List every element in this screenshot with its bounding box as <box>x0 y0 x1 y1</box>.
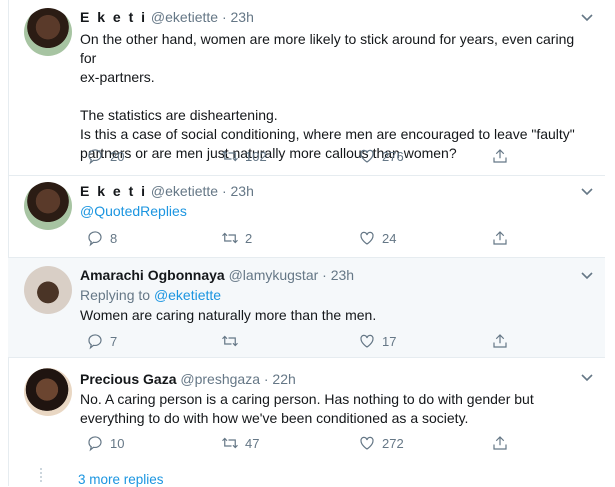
timestamp[interactable]: · 22h <box>264 371 296 387</box>
tweet-text: Women are caring naturally more than the… <box>80 307 377 323</box>
reply-icon <box>88 334 102 350</box>
tweet-text-line: The statistics are disheartening. <box>80 107 278 123</box>
tweet[interactable]: Precious Gaza @preshgaza · 22h No. A car… <box>8 358 605 486</box>
thread-connector <box>40 468 42 482</box>
reply-icon <box>88 436 102 452</box>
share-button[interactable] <box>491 331 509 351</box>
retweet-icon <box>222 232 238 244</box>
tweet-text-line: ex-partners. <box>80 69 155 85</box>
reply-button[interactable]: 20 <box>86 146 124 166</box>
like-count: 24 <box>382 230 397 246</box>
retweet-button[interactable] <box>221 331 245 351</box>
user-handle[interactable]: @preshgaza <box>180 371 260 387</box>
reply-button[interactable]: 7 <box>86 331 117 351</box>
share-button[interactable] <box>491 228 509 248</box>
share-icon <box>493 149 507 163</box>
retweet-icon <box>222 335 238 347</box>
tweet-text-line: No. A caring person is a caring person. … <box>80 391 534 407</box>
display-name[interactable]: Amarachi Ogbonnaya <box>80 267 225 283</box>
display-name[interactable]: Precious Gaza <box>80 371 177 387</box>
tweet[interactable]: Amarachi Ogbonnaya @lamykugstar · 23h Re… <box>8 258 605 358</box>
like-button[interactable]: 24 <box>358 228 396 248</box>
reply-count: 20 <box>110 148 125 164</box>
user-handle[interactable]: @eketiette <box>151 9 218 25</box>
reply-icon <box>88 149 102 165</box>
user-handle[interactable]: @lamykugstar <box>229 267 319 283</box>
retweet-count: 47 <box>245 435 260 451</box>
retweet-button[interactable]: 102 <box>221 146 267 166</box>
reply-icon <box>88 231 102 247</box>
user-handle[interactable]: @eketiette <box>151 183 218 199</box>
retweet-button[interactable]: 2 <box>221 228 252 248</box>
avatar[interactable] <box>24 368 72 416</box>
replying-to-label: Replying to <box>80 287 151 303</box>
like-button[interactable]: 276 <box>358 146 404 166</box>
reply-button[interactable]: 8 <box>86 228 117 248</box>
chevron-down-icon[interactable] <box>579 10 595 26</box>
retweet-icon <box>222 150 238 162</box>
share-icon <box>493 231 507 245</box>
share-icon <box>493 334 507 348</box>
avatar[interactable] <box>24 182 72 230</box>
share-icon <box>493 436 507 450</box>
timestamp[interactable]: · 23h <box>322 267 354 283</box>
timestamp[interactable]: · 23h <box>222 183 254 199</box>
tweet[interactable]: E k e t i @eketiette · 23h On the other … <box>8 0 605 176</box>
reply-count: 7 <box>110 333 118 349</box>
tweet-text: On the other hand, women are more likely… <box>80 30 580 163</box>
replying-to-handle[interactable]: @eketiette <box>154 287 221 303</box>
timestamp[interactable]: · 23h <box>222 9 254 25</box>
like-count: 272 <box>382 435 404 451</box>
retweet-count: 2 <box>245 230 253 246</box>
chevron-down-icon[interactable] <box>579 184 595 200</box>
retweet-count: 102 <box>245 148 267 164</box>
avatar[interactable] <box>24 266 72 314</box>
tweet-text-line: Is this a case of social conditioning, w… <box>80 126 575 142</box>
quoted-replies-link[interactable]: @QuotedReplies <box>80 202 580 221</box>
reply-count: 10 <box>110 435 125 451</box>
like-button[interactable]: 17 <box>358 331 396 351</box>
like-icon <box>360 231 374 245</box>
like-icon <box>360 149 374 163</box>
more-replies-link[interactable]: 3 more replies <box>78 472 164 487</box>
replying-to: Replying to @eketiette <box>80 286 580 305</box>
tweet-text-line: everything to do with how we've been con… <box>80 410 469 426</box>
like-button[interactable]: 272 <box>358 433 404 453</box>
like-icon <box>360 334 374 348</box>
like-icon <box>360 436 374 450</box>
like-count: 17 <box>382 333 397 349</box>
tweet-text: No. A caring person is a caring person. … <box>80 390 580 428</box>
chevron-down-icon[interactable] <box>579 370 595 386</box>
chevron-down-icon[interactable] <box>579 268 595 284</box>
share-button[interactable] <box>491 433 509 453</box>
reply-button[interactable]: 10 <box>86 433 124 453</box>
tweet[interactable]: E k e t i @eketiette · 23h @QuotedReplie… <box>8 176 605 258</box>
retweet-icon <box>222 437 238 449</box>
display-name[interactable]: E k e t i <box>80 183 147 199</box>
tweet-text-line: On the other hand, women are more likely… <box>80 31 575 66</box>
avatar[interactable] <box>24 8 72 56</box>
share-button[interactable] <box>491 146 509 166</box>
reply-count: 8 <box>110 230 118 246</box>
retweet-button[interactable]: 47 <box>221 433 259 453</box>
display-name[interactable]: E k e t i <box>80 9 147 25</box>
like-count: 276 <box>382 148 404 164</box>
